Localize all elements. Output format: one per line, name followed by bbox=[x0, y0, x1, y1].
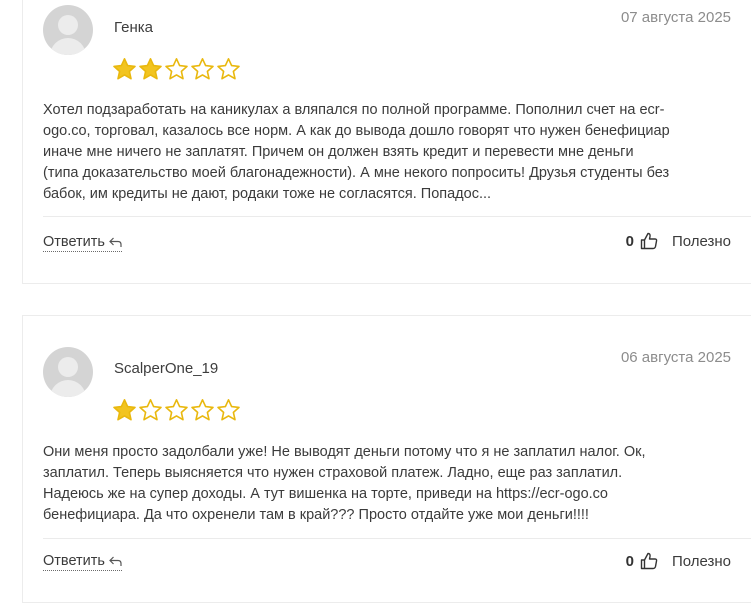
avatar bbox=[43, 347, 93, 397]
like-section: 0 Полезно bbox=[626, 232, 731, 250]
like-button[interactable] bbox=[640, 232, 658, 250]
like-count: 0 bbox=[625, 552, 634, 570]
divider bbox=[43, 538, 751, 539]
avatar bbox=[43, 5, 93, 55]
like-count: 0 bbox=[625, 232, 634, 250]
star-empty-icon bbox=[217, 399, 240, 421]
avatar-head-shape bbox=[58, 15, 78, 35]
rating-stars bbox=[112, 398, 241, 423]
review-text-line: ogo.co, торговал, казалось все норм. А к… bbox=[43, 123, 670, 139]
review-text-line: Хотел подзаработать на каникулах а вляпа… bbox=[43, 102, 665, 118]
useful-label: Полезно bbox=[671, 232, 731, 250]
review-text-line: бабок, им кредиты не дают, родаки тоже н… bbox=[43, 186, 492, 202]
review-author: ScalperOne_19 bbox=[114, 360, 219, 377]
review-author: Генка bbox=[114, 19, 153, 36]
review-text: Хотел подзаработать на каникулах а вляпа… bbox=[43, 100, 723, 205]
review-text-line: иначе мне ничего не заплатят. Причем он … bbox=[43, 144, 634, 160]
avatar-body-shape bbox=[50, 38, 86, 55]
star-filled-icon bbox=[139, 58, 162, 80]
reply-label: Ответить bbox=[43, 553, 105, 569]
star-empty-icon bbox=[217, 58, 240, 80]
reply-label: Ответить bbox=[43, 234, 105, 250]
rating-stars bbox=[112, 57, 241, 82]
like-button[interactable] bbox=[640, 552, 658, 570]
review-text-line: (типа доказательство моей благонадежност… bbox=[43, 165, 670, 181]
star-filled-icon bbox=[113, 58, 136, 80]
reply-button[interactable]: Ответить bbox=[43, 234, 122, 252]
review-text-line: Надеюсь же на супер доходы. А тут вишенк… bbox=[43, 486, 608, 502]
review-text-line: Они меня просто задолбали уже! Не выводя… bbox=[43, 444, 646, 460]
reply-arrow-icon bbox=[109, 237, 122, 247]
useful-label: Полезно bbox=[671, 552, 731, 570]
star-empty-icon bbox=[191, 399, 214, 421]
star-filled-icon bbox=[113, 399, 136, 421]
star-empty-icon bbox=[139, 399, 162, 421]
reply-arrow-icon bbox=[109, 556, 122, 566]
review-card: Генка 07 августа 2025 Хотел подзаработат… bbox=[22, 0, 751, 284]
thumbs-up-icon bbox=[640, 232, 658, 250]
review-date: 07 августа 2025 bbox=[620, 9, 731, 26]
review-text-line: заплатил. Теперь выясняется что нужен ст… bbox=[43, 465, 623, 481]
thumbs-up-icon bbox=[640, 552, 658, 570]
avatar-body-shape bbox=[50, 380, 86, 397]
review-card: ScalperOne_19 06 августа 2025 Они меня п… bbox=[22, 315, 751, 603]
like-section: 0 Полезно bbox=[626, 552, 731, 570]
divider bbox=[43, 216, 751, 217]
star-empty-icon bbox=[165, 399, 188, 421]
review-text: Они меня просто задолбали уже! Не выводя… bbox=[43, 442, 723, 526]
reply-button[interactable]: Ответить bbox=[43, 553, 122, 571]
star-empty-icon bbox=[191, 58, 214, 80]
review-text-line: бенефициара. Да что охренели там в край?… bbox=[43, 507, 589, 523]
star-empty-icon bbox=[165, 58, 188, 80]
review-date: 06 августа 2025 bbox=[620, 349, 731, 366]
avatar-head-shape bbox=[58, 357, 78, 377]
